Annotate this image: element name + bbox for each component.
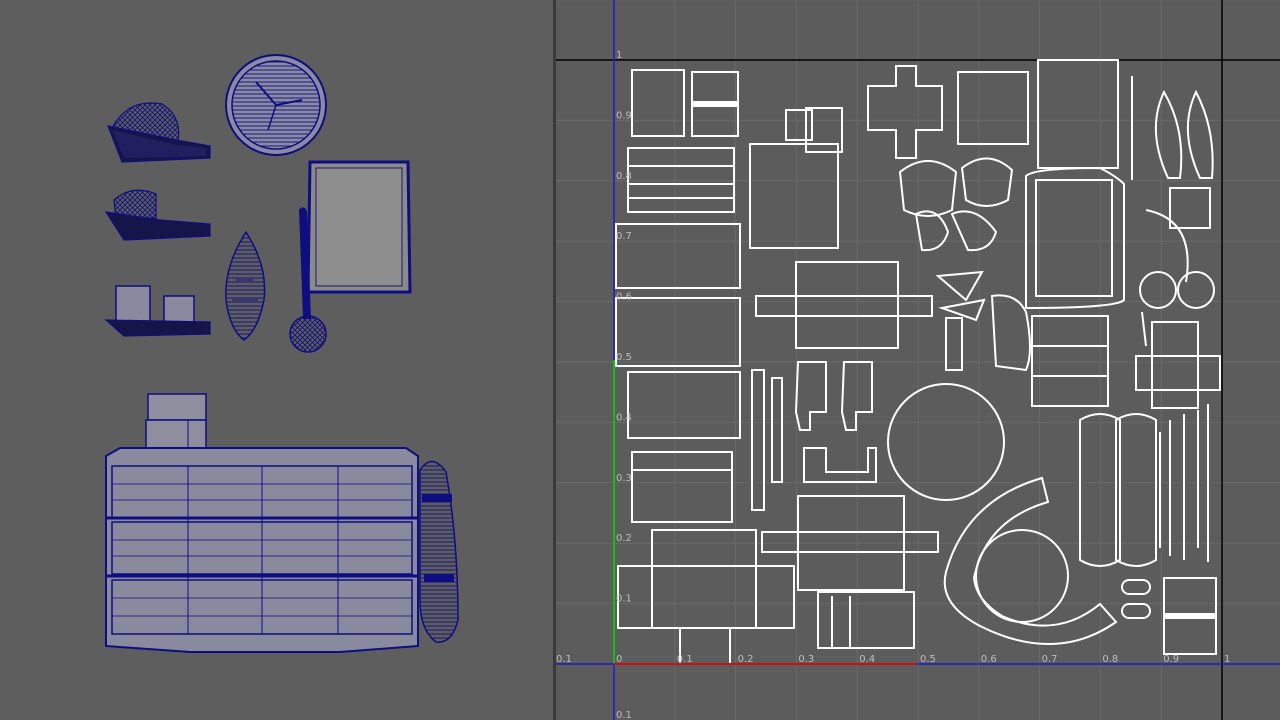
u-tick-label: 0.9 (1163, 654, 1179, 665)
u-tick-label: 0 (616, 654, 622, 665)
v-tick-label: 0.6 (616, 292, 632, 303)
stacked-boxes[interactable] (145, 393, 207, 457)
u-tick-label: 0.3 (798, 654, 814, 665)
picture-frame[interactable] (306, 160, 412, 294)
v-tick-label: 1 (616, 50, 622, 61)
v-tick-label: 0.5 (616, 352, 632, 363)
v-tick-label: 0.1 (616, 594, 632, 605)
u-tick-label: 0.4 (859, 654, 875, 665)
u-tick-label: 0.7 (1042, 654, 1058, 665)
viewport-canvas[interactable] (0, 0, 553, 720)
v-tick-label: 0.4 (616, 412, 632, 423)
v-tick-label: 0.9 (616, 110, 632, 121)
wall-clock[interactable] (225, 54, 327, 156)
rolled-cushion[interactable] (419, 460, 459, 643)
v-tick-label: 0.7 (616, 231, 632, 242)
chest-of-drawers[interactable] (105, 447, 419, 653)
shelf-with-shoes[interactable] (107, 102, 211, 163)
u-tick-label: 0.1 (677, 654, 693, 665)
perspective-viewport[interactable] (0, 0, 553, 720)
shelf-with-boxes[interactable] (104, 285, 211, 337)
u-tick-label: 0.1 (556, 654, 572, 665)
v-tick-label: 0.3 (616, 473, 632, 484)
hanging-basket[interactable] (225, 230, 266, 341)
shelf-with-books[interactable] (104, 189, 211, 241)
v-tick-label: 0.8 (616, 171, 632, 182)
v-tick-label: 0.1 (616, 710, 632, 720)
u-tick-label: 0.2 (738, 654, 754, 665)
u-tick-label: 0.5 (920, 654, 936, 665)
v-tick-label: 0.2 (616, 533, 632, 544)
u-tick-label: 0.8 (1102, 654, 1118, 665)
uv-canvas[interactable]: 0.1 0 0.1 0.2 0.3 0.4 0.5 0.6 0.7 0.8 0.9 1 1 0.9 0.8… (556, 0, 1280, 720)
u-tick-label: 1 (1224, 654, 1230, 665)
u-tick-label: 0.6 (981, 654, 997, 665)
uv-editor[interactable]: 0.1 0 0.1 0.2 0.3 0.4 0.5 0.6 0.7 0.8 0.9 1 1 0.9 0.8… (556, 0, 1280, 720)
